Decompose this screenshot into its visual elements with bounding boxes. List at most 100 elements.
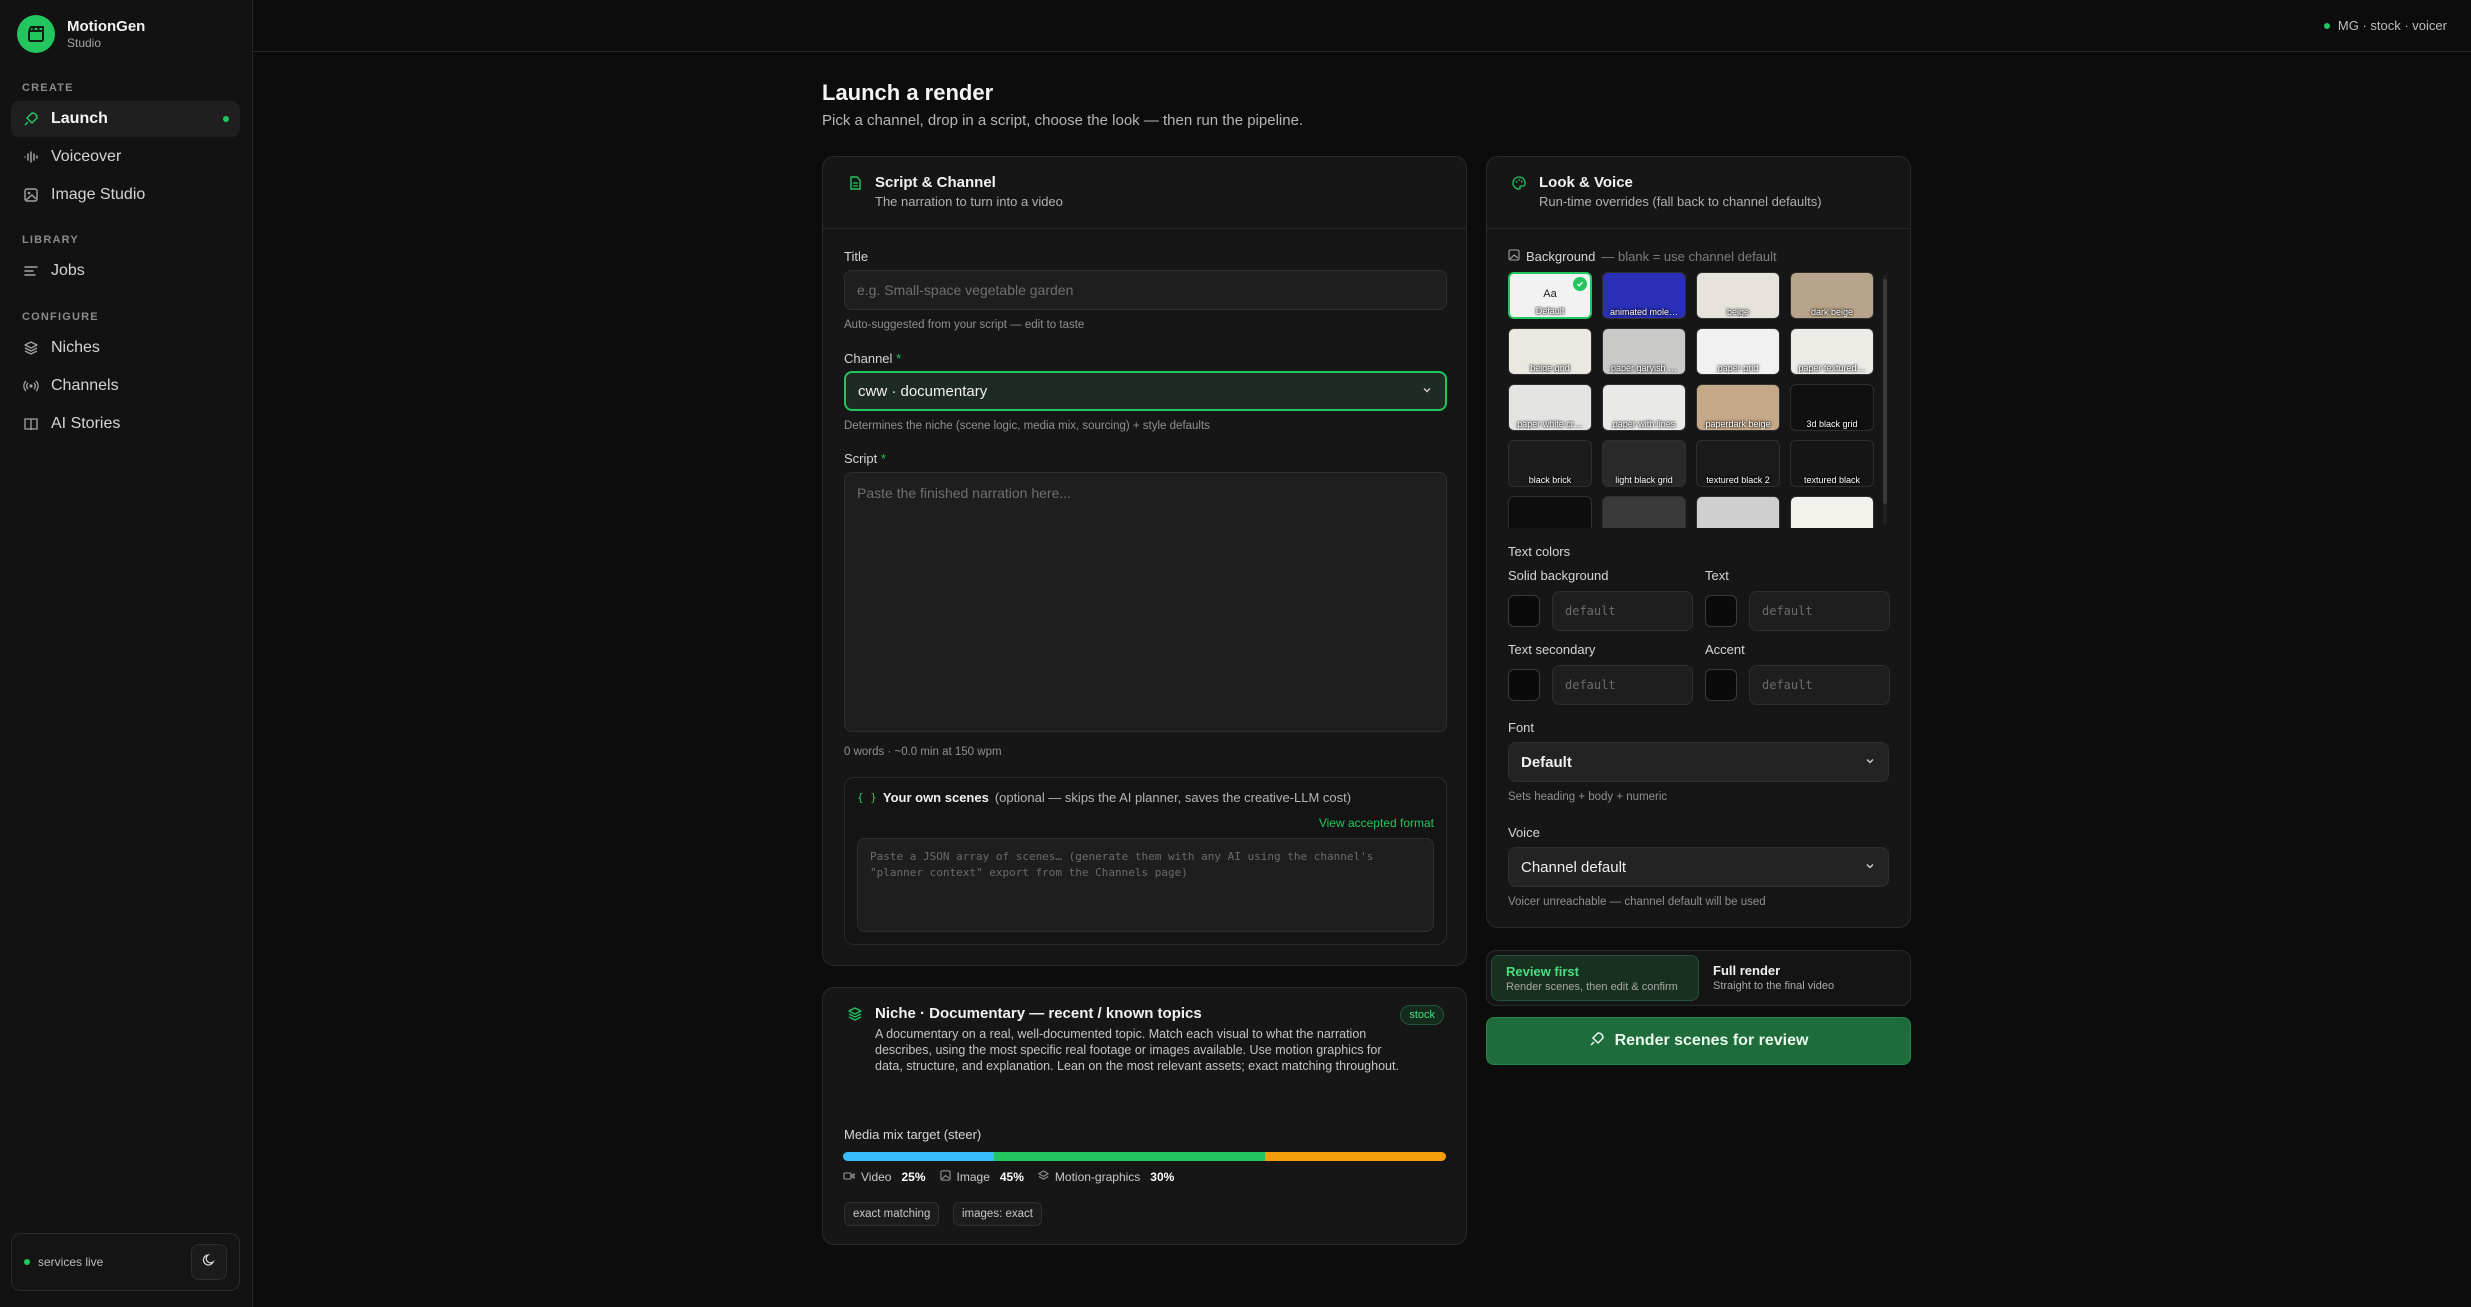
voice-hint: Voicer unreachable — channel default wil… [1508,896,1766,908]
solid-background-swatch[interactable] [1508,595,1540,627]
background-tile[interactable]: beige [1696,272,1780,319]
tile-name: paper grid [1717,363,1759,373]
tile-name: dark beige [1810,307,1854,317]
topbar: MG · stock · voicer [253,0,2471,52]
sidebar-item-label: Voiceover [51,148,122,165]
mix-label: Media mix target (steer) [844,1127,982,1142]
required-mark: * [880,451,886,466]
text-color-swatch[interactable] [1705,595,1737,627]
background-tile[interactable]: textured black [1790,440,1874,487]
status-dot [2323,22,2330,29]
solid-background-input[interactable]: default [1552,591,1693,631]
mode-review-first[interactable]: Review first Render scenes, then edit & … [1491,955,1699,1001]
background-scrollbar[interactable] [1883,275,1887,525]
font-select[interactable]: Default [1508,742,1889,782]
color-label: Accent [1705,642,1745,657]
mode-sub: Straight to the final video [1713,980,1835,992]
background-tile[interactable]: 3d black grid [1790,384,1874,431]
tile-name: paper white cr… [1517,419,1583,429]
mode-full-render[interactable]: Full render Straight to the final video [1699,955,1907,1001]
voice-select-value: Channel default [1521,858,1627,876]
mix-value: 30% [1150,1170,1175,1184]
chevron-down-icon [1864,754,1876,771]
sidebar-item-voiceover[interactable]: Voiceover [11,139,240,175]
theme-toggle-button[interactable] [191,1244,227,1280]
own-scenes-note: (optional — skips the AI planner, saves … [994,790,1352,805]
background-tile[interactable]: animated mole… [1602,272,1686,319]
section-label-library: LIBRARY [22,234,79,246]
brand-sub: Studio [67,36,102,50]
text-color-input[interactable]: default [1749,591,1890,631]
background-tile[interactable] [1696,496,1780,528]
sidebar-item-channels[interactable]: Channels [11,368,240,404]
script-label: Script * [844,451,886,466]
sidebar-item-image-studio[interactable]: Image Studio [11,177,240,213]
sidebar-item-jobs[interactable]: Jobs [11,253,240,289]
section-label-configure: CONFIGURE [22,311,99,323]
background-tile[interactable]: paper textured… [1790,328,1874,375]
video-icon [843,1170,855,1184]
background-tile[interactable]: paper garyish … [1602,328,1686,375]
background-tile[interactable]: beige grid [1508,328,1592,375]
script-textarea[interactable]: Paste the finished narration here... [844,472,1447,732]
brand[interactable]: MotionGen Studio [17,15,145,53]
text-secondary-input[interactable]: default [1552,665,1693,705]
voice-select[interactable]: Channel default [1508,847,1889,887]
render-mode-selector: Review first Render scenes, then edit & … [1486,950,1911,1006]
text-colors-label: Text colors [1508,544,1571,559]
tile-name: 3d black grid [1806,419,1858,429]
mix-name: Image [956,1170,990,1184]
tile-name: paper with lines [1612,419,1676,429]
sidebar-item-ai-stories[interactable]: AI Stories [11,406,240,442]
background-tile[interactable]: Aa Default [1508,272,1592,319]
accent-swatch[interactable] [1705,669,1737,701]
text-secondary-swatch[interactable] [1508,669,1540,701]
background-tile[interactable]: paper grid [1696,328,1780,375]
sidebar-item-label: Niches [51,339,100,356]
background-tile[interactable]: dark beige [1790,272,1874,319]
tile-name: paper garyish … [1610,363,1678,373]
mix-segment-motion-graphics [1265,1152,1446,1161]
background-tile[interactable] [1508,496,1592,528]
sidebar-item-label: Channels [51,377,119,394]
card-subtitle: The narration to turn into a video [875,194,1063,209]
background-tile[interactable]: paper white cr… [1508,384,1592,431]
mix-name: Motion-graphics [1054,1170,1141,1184]
sidebar-item-niches[interactable]: Niches [11,330,240,366]
color-label: Solid background [1508,568,1609,583]
card-subtitle: Run-time overrides (fall back to channel… [1539,194,1822,209]
font-label: Font [1508,720,1535,735]
book-icon [23,416,39,432]
background-tile[interactable]: paper with lines [1602,384,1686,431]
title-input[interactable]: e.g. Small-space vegetable garden [844,270,1447,310]
services-badge-text: MG · stock · voicer [2337,18,2447,33]
background-tile[interactable]: black brick [1508,440,1592,487]
check-icon [1573,277,1587,291]
tile-name: animated mole… [1609,307,1679,317]
mix-value: 25% [901,1170,926,1184]
tile-name: textured black 2 [1706,475,1770,485]
scrollbar-thumb[interactable] [1883,279,1887,504]
script-channel-card: Script & Channel The narration to turn i… [822,156,1467,966]
background-tile[interactable]: paperdark beige [1696,384,1780,431]
clapperboard-icon [17,15,55,53]
script-word-count: 0 words · ~0.0 min at 150 wpm [844,746,1002,758]
view-format-link[interactable]: View accepted format [1319,816,1434,830]
background-tile[interactable] [1790,496,1874,528]
image-icon [23,187,39,203]
niche-badge: stock [1400,1005,1444,1025]
background-tile[interactable]: textured black 2 [1696,440,1780,487]
background-tile[interactable]: light black grid [1602,440,1686,487]
mix-value: 45% [999,1170,1024,1184]
scenes-json-textarea[interactable]: Paste a JSON array of scenes… (generate … [857,838,1434,932]
niche-card: Niche · Documentary — recent / known top… [822,987,1467,1245]
channel-label: Channel * [844,351,901,366]
background-tile[interactable] [1602,496,1686,528]
title-label: Title [844,249,869,264]
divider [1487,228,1910,229]
accent-input[interactable]: default [1749,665,1890,705]
render-button[interactable]: Render scenes for review [1486,1017,1911,1065]
media-mix-bar [843,1152,1446,1161]
sidebar-item-launch[interactable]: Launch [11,101,240,137]
channel-select[interactable]: cww · documentary [844,371,1447,411]
